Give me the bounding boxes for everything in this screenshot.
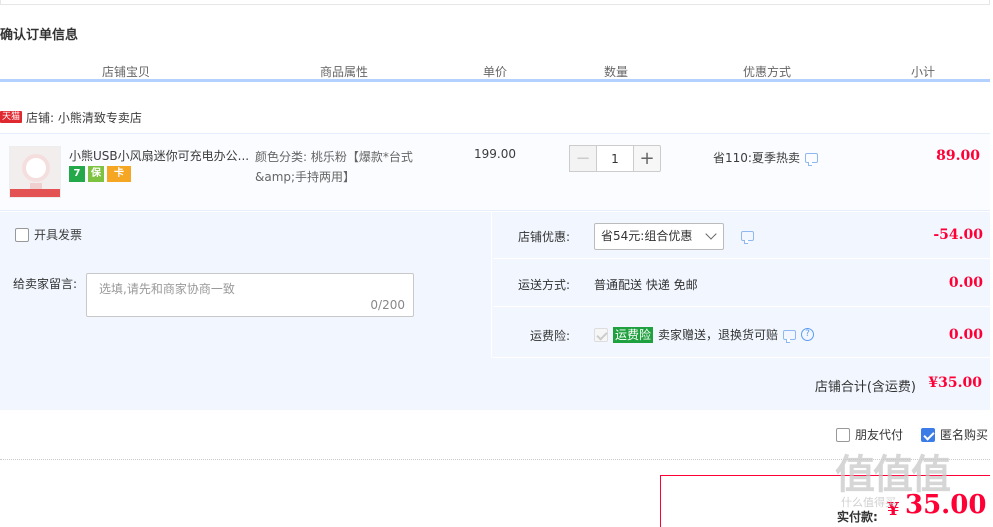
- insurance-value: 0.00: [948, 327, 983, 343]
- quantity-increase-button[interactable]: +: [633, 145, 661, 172]
- quantity-input[interactable]: [597, 145, 633, 172]
- friend-pay-label: 朋友代付: [854, 428, 903, 442]
- section-title: 确认订单信息: [0, 28, 79, 43]
- seller-message-textarea[interactable]: 选填,请先和商家协商一致 0/200: [86, 273, 414, 317]
- unit-price: 199.00: [474, 147, 516, 161]
- quantity-decrease-button[interactable]: −: [569, 145, 597, 172]
- friend-pay-option[interactable]: 朋友代付: [835, 426, 903, 443]
- col-subtotal: 小计: [911, 65, 936, 79]
- shop-row: 天猫 店铺: 小熊清致专卖店: [0, 107, 142, 127]
- insurance-badge: 运费险: [613, 326, 654, 343]
- divider: [0, 459, 990, 460]
- insurance-label: 运费险:: [530, 329, 571, 343]
- anonymous-option[interactable]: 匿名购买: [920, 426, 988, 443]
- col-unit-price: 单价: [483, 65, 508, 79]
- order-options-panel: 开具发票 给卖家留言: 选填,请先和商家协商一致 0/200 店铺优惠: 省54…: [0, 212, 990, 410]
- message-char-count: 0/200: [370, 298, 405, 312]
- credit-card-icon[interactable]: 卡: [107, 166, 131, 182]
- promotion: 省110:夏季热卖: [713, 149, 818, 166]
- shop-discount-select[interactable]: 省54元:组合优惠: [594, 223, 724, 250]
- product-attributes: 颜色分类: 桃乐粉【爆款*台式&amp;手持两用】: [255, 150, 413, 184]
- service-icons: 7 保 卡: [69, 166, 131, 182]
- payment-options: 朋友代付 匿名购买: [835, 426, 988, 443]
- invoice-label: 开具发票: [34, 228, 83, 242]
- shop-name[interactable]: 店铺: 小熊清致专卖店: [26, 109, 142, 126]
- fan-image: [22, 154, 50, 182]
- shop-discount-value: -54.00: [933, 227, 983, 243]
- left-options: 开具发票 给卖家留言: 选填,请先和商家协商一致 0/200: [0, 212, 492, 358]
- message-label: 给卖家留言:: [13, 277, 78, 291]
- insurance-checkbox: [594, 327, 608, 342]
- shop-discount-label: 店铺优惠:: [518, 230, 571, 244]
- shop-total-label: 店铺合计(含运费): [814, 380, 916, 395]
- invoice-checkbox[interactable]: [15, 227, 29, 242]
- promotion-text: 省110:夏季热卖: [713, 151, 800, 165]
- col-attributes: 商品属性: [320, 65, 369, 79]
- item-subtotal: 89.00: [936, 148, 980, 164]
- col-shop-items: 店铺宝贝: [102, 65, 151, 79]
- column-headers: 店铺宝贝 商品属性 单价 数量 优惠方式 小计: [0, 60, 990, 82]
- shop-total-row: 店铺合计(含运费) ¥35.00: [0, 359, 990, 410]
- fee-rows: 店铺优惠: 省54元:组合优惠 -54.00 运送方式: 普通配送 快递 免邮 …: [493, 212, 990, 358]
- anonymous-checkbox[interactable]: [920, 427, 935, 442]
- payment-summary-box: 实付款: ¥ 35.00: [660, 475, 990, 527]
- pay-amount: 35.00: [905, 490, 987, 520]
- message-icon[interactable]: [783, 329, 797, 343]
- guarantee-icon[interactable]: 保: [88, 166, 104, 182]
- pay-label: 实付款:: [837, 510, 878, 524]
- message-placeholder: 选填,请先和商家协商一致: [99, 282, 235, 296]
- insurance-row: 运费险: 运费险 卖家赠送，退换货可赔 ? 0.00: [493, 308, 990, 358]
- seven-day-return-icon[interactable]: 7: [69, 166, 85, 182]
- pay-currency: ¥: [887, 499, 900, 520]
- help-icon[interactable]: ?: [801, 328, 815, 341]
- col-discount: 优惠方式: [743, 65, 792, 79]
- shipping-label: 运送方式:: [518, 278, 571, 292]
- product-title-link[interactable]: 小熊USB小风扇迷你可充电办公...: [69, 147, 251, 164]
- shipping-value: 0.00: [948, 275, 983, 291]
- product-thumbnail[interactable]: [9, 146, 61, 198]
- order-item-row: 小熊USB小风扇迷你可充电办公... 7 保 卡 颜色分类: 桃乐粉【爆款*台式…: [0, 133, 990, 211]
- shop-discount-row: 店铺优惠: 省54元:组合优惠 -54.00: [493, 212, 990, 259]
- message-icon[interactable]: [741, 231, 754, 244]
- insurance-option: 运费险 卖家赠送，退换货可赔 ?: [594, 326, 815, 343]
- quantity-stepper: − +: [569, 145, 661, 172]
- message-icon[interactable]: [804, 152, 818, 166]
- tmall-icon: 天猫: [0, 111, 23, 123]
- insurance-text: 卖家赠送，退换货可赔: [658, 328, 779, 342]
- friend-pay-checkbox[interactable]: [835, 427, 850, 442]
- shop-total-value: ¥35.00: [928, 375, 982, 391]
- shipping-row: 运送方式: 普通配送 快递 免邮 0.00: [493, 260, 990, 307]
- invoice-option[interactable]: 开具发票: [15, 226, 82, 243]
- top-frame: [0, 0, 990, 5]
- anonymous-label: 匿名购买: [939, 428, 988, 442]
- col-quantity: 数量: [604, 65, 629, 79]
- chevron-down-icon: [705, 228, 717, 240]
- shipping-method: 普通配送 快递 免邮: [594, 278, 698, 292]
